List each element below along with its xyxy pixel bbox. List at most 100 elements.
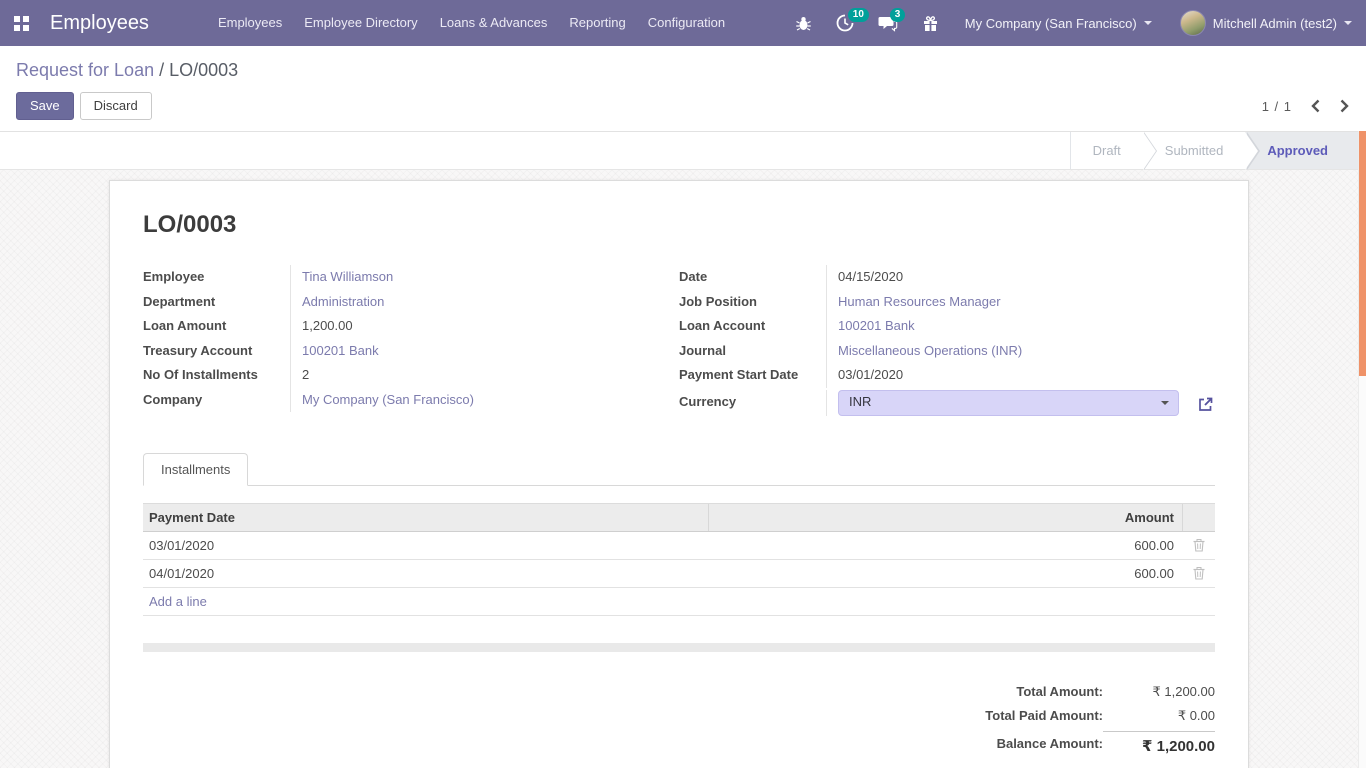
field-value-link[interactable]: My Company (San Francisco) <box>290 388 679 413</box>
field-label: Payment Start Date <box>679 363 826 388</box>
field-label: No Of Installments <box>143 363 290 388</box>
add-line-row: Add a line <box>143 588 1215 616</box>
field-department: Department Administration <box>143 290 679 315</box>
save-button[interactable]: Save <box>16 92 74 120</box>
menu-item-loans-advances[interactable]: Loans & Advances <box>429 0 559 46</box>
status-step-submitted[interactable]: Submitted <box>1143 132 1246 169</box>
field-no-of-installments: No Of Installments 2 <box>143 363 679 388</box>
total-paid-amount-row: Total Paid Amount: ₹ 0.00 <box>985 704 1215 729</box>
apps-menu-button[interactable] <box>0 0 42 46</box>
gift-icon <box>922 15 939 32</box>
column-header-amount[interactable]: Amount <box>708 504 1182 531</box>
field-label: Treasury Account <box>143 339 290 364</box>
app-brand-title[interactable]: Employees <box>50 12 149 35</box>
table-header: Payment Date Amount <box>143 503 1215 532</box>
menu-item-configuration[interactable]: Configuration <box>637 0 736 46</box>
field-journal: Journal Miscellaneous Operations (INR) <box>679 339 1215 364</box>
pager-previous-button[interactable] <box>1310 98 1321 114</box>
field-label: Loan Amount <box>143 314 290 339</box>
cell-amount[interactable]: 600.00 <box>708 560 1182 587</box>
field-value-link[interactable]: Administration <box>290 290 679 315</box>
field-label: Department <box>143 290 290 315</box>
total-value: ₹ 1,200.00 <box>1103 680 1215 705</box>
chevron-right-icon <box>1339 98 1350 114</box>
field-payment-start-date: Payment Start Date 03/01/2020 <box>679 363 1215 388</box>
top-navbar: Employees Employees Employee Directory L… <box>0 0 1366 46</box>
form-view-background: LO/0003 Employee Tina Williamson Departm… <box>0 170 1358 768</box>
totals-block: Total Amount: ₹ 1,200.00 Total Paid Amou… <box>143 680 1215 760</box>
delete-row-button[interactable] <box>1182 560 1215 587</box>
scrollbar-thumb[interactable] <box>1359 131 1366 376</box>
total-amount-row: Total Amount: ₹ 1,200.00 <box>1016 680 1215 705</box>
field-value-link[interactable]: 100201 Bank <box>290 339 679 364</box>
delete-row-button[interactable] <box>1182 532 1215 559</box>
vertical-scrollbar[interactable] <box>1358 131 1366 768</box>
field-value[interactable]: 2 <box>290 363 679 388</box>
chevron-down-icon <box>1344 21 1352 25</box>
table-row[interactable]: 04/01/2020 600.00 <box>143 560 1215 588</box>
tab-installments[interactable]: Installments <box>143 453 248 486</box>
status-step-label: Submitted <box>1165 143 1224 158</box>
company-name: My Company (San Francisco) <box>965 16 1137 31</box>
rewards-button[interactable] <box>910 0 951 46</box>
discard-button[interactable]: Discard <box>80 92 152 120</box>
field-loan-account: Loan Account 100201 Bank <box>679 314 1215 339</box>
status-step-label: Draft <box>1093 143 1121 158</box>
cell-payment-date[interactable]: 03/01/2020 <box>143 532 708 559</box>
field-label: Loan Account <box>679 314 826 339</box>
control-panel: Request for Loan / LO/0003 Save Discard … <box>0 46 1366 131</box>
field-label: Date <box>679 265 826 290</box>
menu-item-employee-directory[interactable]: Employee Directory <box>293 0 428 46</box>
message-count-badge: 3 <box>890 8 906 22</box>
field-value[interactable]: 1,200.00 <box>290 314 679 339</box>
field-grid: Employee Tina Williamson Department Admi… <box>143 265 1215 424</box>
form-sheet: LO/0003 Employee Tina Williamson Departm… <box>109 180 1249 768</box>
pager-value: 1 / 1 <box>1262 99 1292 114</box>
total-label: Balance Amount: <box>997 729 1103 760</box>
balance-amount-row: Balance Amount: ₹ 1,200.00 <box>997 729 1215 760</box>
menu-item-reporting[interactable]: Reporting <box>558 0 636 46</box>
company-switcher[interactable]: My Company (San Francisco) <box>951 0 1166 46</box>
cell-amount[interactable]: 600.00 <box>708 532 1182 559</box>
systray: 10 3 My Company (San Francisco) Mitchell… <box>783 0 1366 46</box>
field-company: Company My Company (San Francisco) <box>143 388 679 413</box>
debug-bug-button[interactable] <box>783 0 824 46</box>
cell-payment-date[interactable]: 04/01/2020 <box>143 560 708 587</box>
status-step-approved[interactable]: Approved <box>1245 132 1358 169</box>
chevron-down-icon <box>1144 21 1152 25</box>
currency-select[interactable]: INR <box>838 390 1179 416</box>
field-value-link[interactable]: Tina Williamson <box>290 265 679 290</box>
user-menu[interactable]: Mitchell Admin (test2) <box>1166 0 1366 46</box>
form-statusbar: Draft Submitted Approved <box>0 131 1358 170</box>
add-a-line-link[interactable]: Add a line <box>149 594 207 609</box>
total-value: ₹ 1,200.00 <box>1103 731 1215 760</box>
status-step-draft[interactable]: Draft <box>1070 132 1143 169</box>
column-header-payment-date[interactable]: Payment Date <box>143 504 708 531</box>
installments-table: Payment Date Amount 03/01/2020 600.00 04… <box>143 503 1215 616</box>
breadcrumb: Request for Loan / LO/0003 <box>16 59 1350 81</box>
table-row[interactable]: 03/01/2020 600.00 <box>143 532 1215 560</box>
field-column-left: Employee Tina Williamson Department Admi… <box>143 265 679 424</box>
field-value-link[interactable]: Miscellaneous Operations (INR) <box>826 339 1215 364</box>
external-link-button[interactable] <box>1196 395 1215 414</box>
field-job-position: Job Position Human Resources Manager <box>679 290 1215 315</box>
total-label: Total Amount: <box>1016 680 1103 705</box>
field-value-link[interactable]: 100201 Bank <box>826 314 1215 339</box>
activities-button[interactable]: 10 <box>824 0 866 46</box>
breadcrumb-parent-link[interactable]: Request for Loan <box>16 60 154 80</box>
breadcrumb-current: LO/0003 <box>169 60 238 80</box>
horizontal-scrollbar[interactable] <box>143 643 1215 652</box>
menu-item-employees[interactable]: Employees <box>207 0 293 46</box>
field-label: Employee <box>143 265 290 290</box>
field-value[interactable]: 03/01/2020 <box>826 363 1215 388</box>
messages-button[interactable]: 3 <box>866 0 910 46</box>
field-label: Job Position <box>679 290 826 315</box>
field-value[interactable]: 04/15/2020 <box>826 265 1215 290</box>
field-employee: Employee Tina Williamson <box>143 265 679 290</box>
field-column-right: Date 04/15/2020 Job Position Human Resou… <box>679 265 1215 424</box>
bug-icon <box>795 15 812 32</box>
field-label: Company <box>143 388 290 413</box>
pager-next-button[interactable] <box>1339 98 1350 114</box>
chevron-down-icon <box>1161 401 1169 405</box>
field-value-link[interactable]: Human Resources Manager <box>826 290 1215 315</box>
